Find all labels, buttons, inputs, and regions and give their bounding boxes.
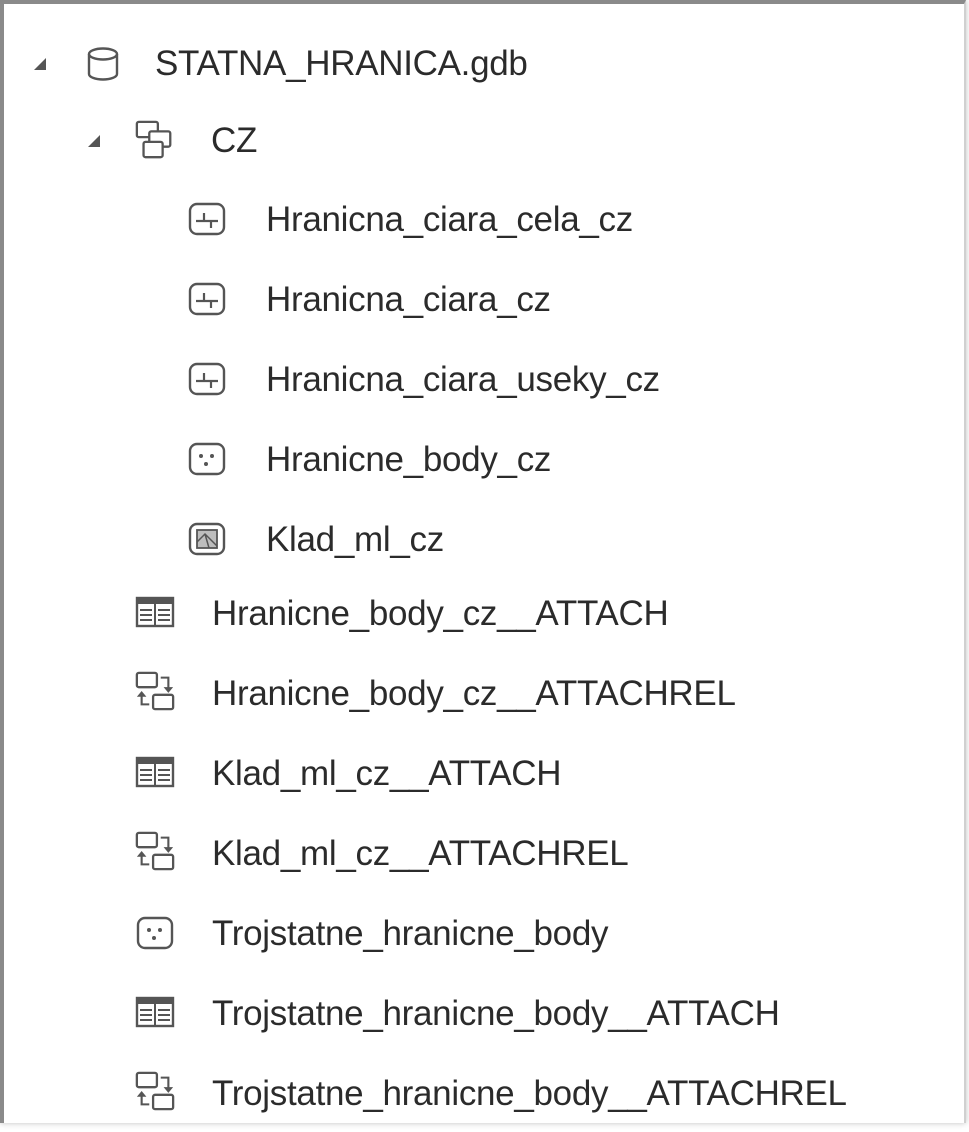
tree-item-label: Trojstatne_hranicne_body__ATTACH [212, 994, 780, 1033]
line-feature-class-icon [186, 198, 228, 240]
tree-item-label: Hranicna_ciara_cela_cz [266, 200, 633, 239]
expand-triangle-icon[interactable] [32, 56, 48, 72]
tree-item-label: Klad_ml_cz__ATTACH [212, 754, 562, 793]
tree-item-label: Hranicna_ciara_cz [266, 280, 551, 319]
point-feature-class-icon [134, 912, 176, 954]
tree-item-label: Trojstatne_hranicne_body [212, 914, 609, 953]
line-feature-class-icon [186, 278, 228, 320]
tree-node-label: CZ [211, 121, 258, 160]
tree-item-label: Hranicne_body_cz__ATTACH [212, 594, 669, 633]
table-icon [134, 991, 176, 1033]
tree-item-label: Trojstatne_hranicne_body__ATTACHREL [212, 1074, 847, 1113]
expand-triangle-icon[interactable] [86, 133, 102, 149]
tree-item-label: Klad_ml_cz [266, 520, 444, 559]
feature-dataset-icon [134, 119, 176, 161]
catalog-tree-panel: STATNA_HRANICA.gdb CZ Hranicna_ciara_cel… [0, 0, 966, 1123]
table-icon [134, 591, 176, 633]
line-feature-class-icon [186, 358, 228, 400]
relationship-class-icon [134, 830, 176, 872]
tree-item-label: Hranicne_body_cz__ATTACHREL [212, 674, 736, 713]
relationship-class-icon [134, 670, 176, 712]
tree-item-label: Klad_ml_cz__ATTACHREL [212, 834, 629, 873]
point-feature-class-icon [186, 438, 228, 480]
tree-item-label: Hranicna_ciara_useky_cz [266, 360, 660, 399]
tree-item-label: Hranicne_body_cz [266, 440, 552, 479]
polygon-feature-class-icon [186, 518, 228, 560]
table-icon [134, 751, 176, 793]
relationship-class-icon [134, 1070, 176, 1112]
tree-node-label: STATNA_HRANICA.gdb [155, 44, 528, 83]
database-icon [82, 43, 124, 85]
